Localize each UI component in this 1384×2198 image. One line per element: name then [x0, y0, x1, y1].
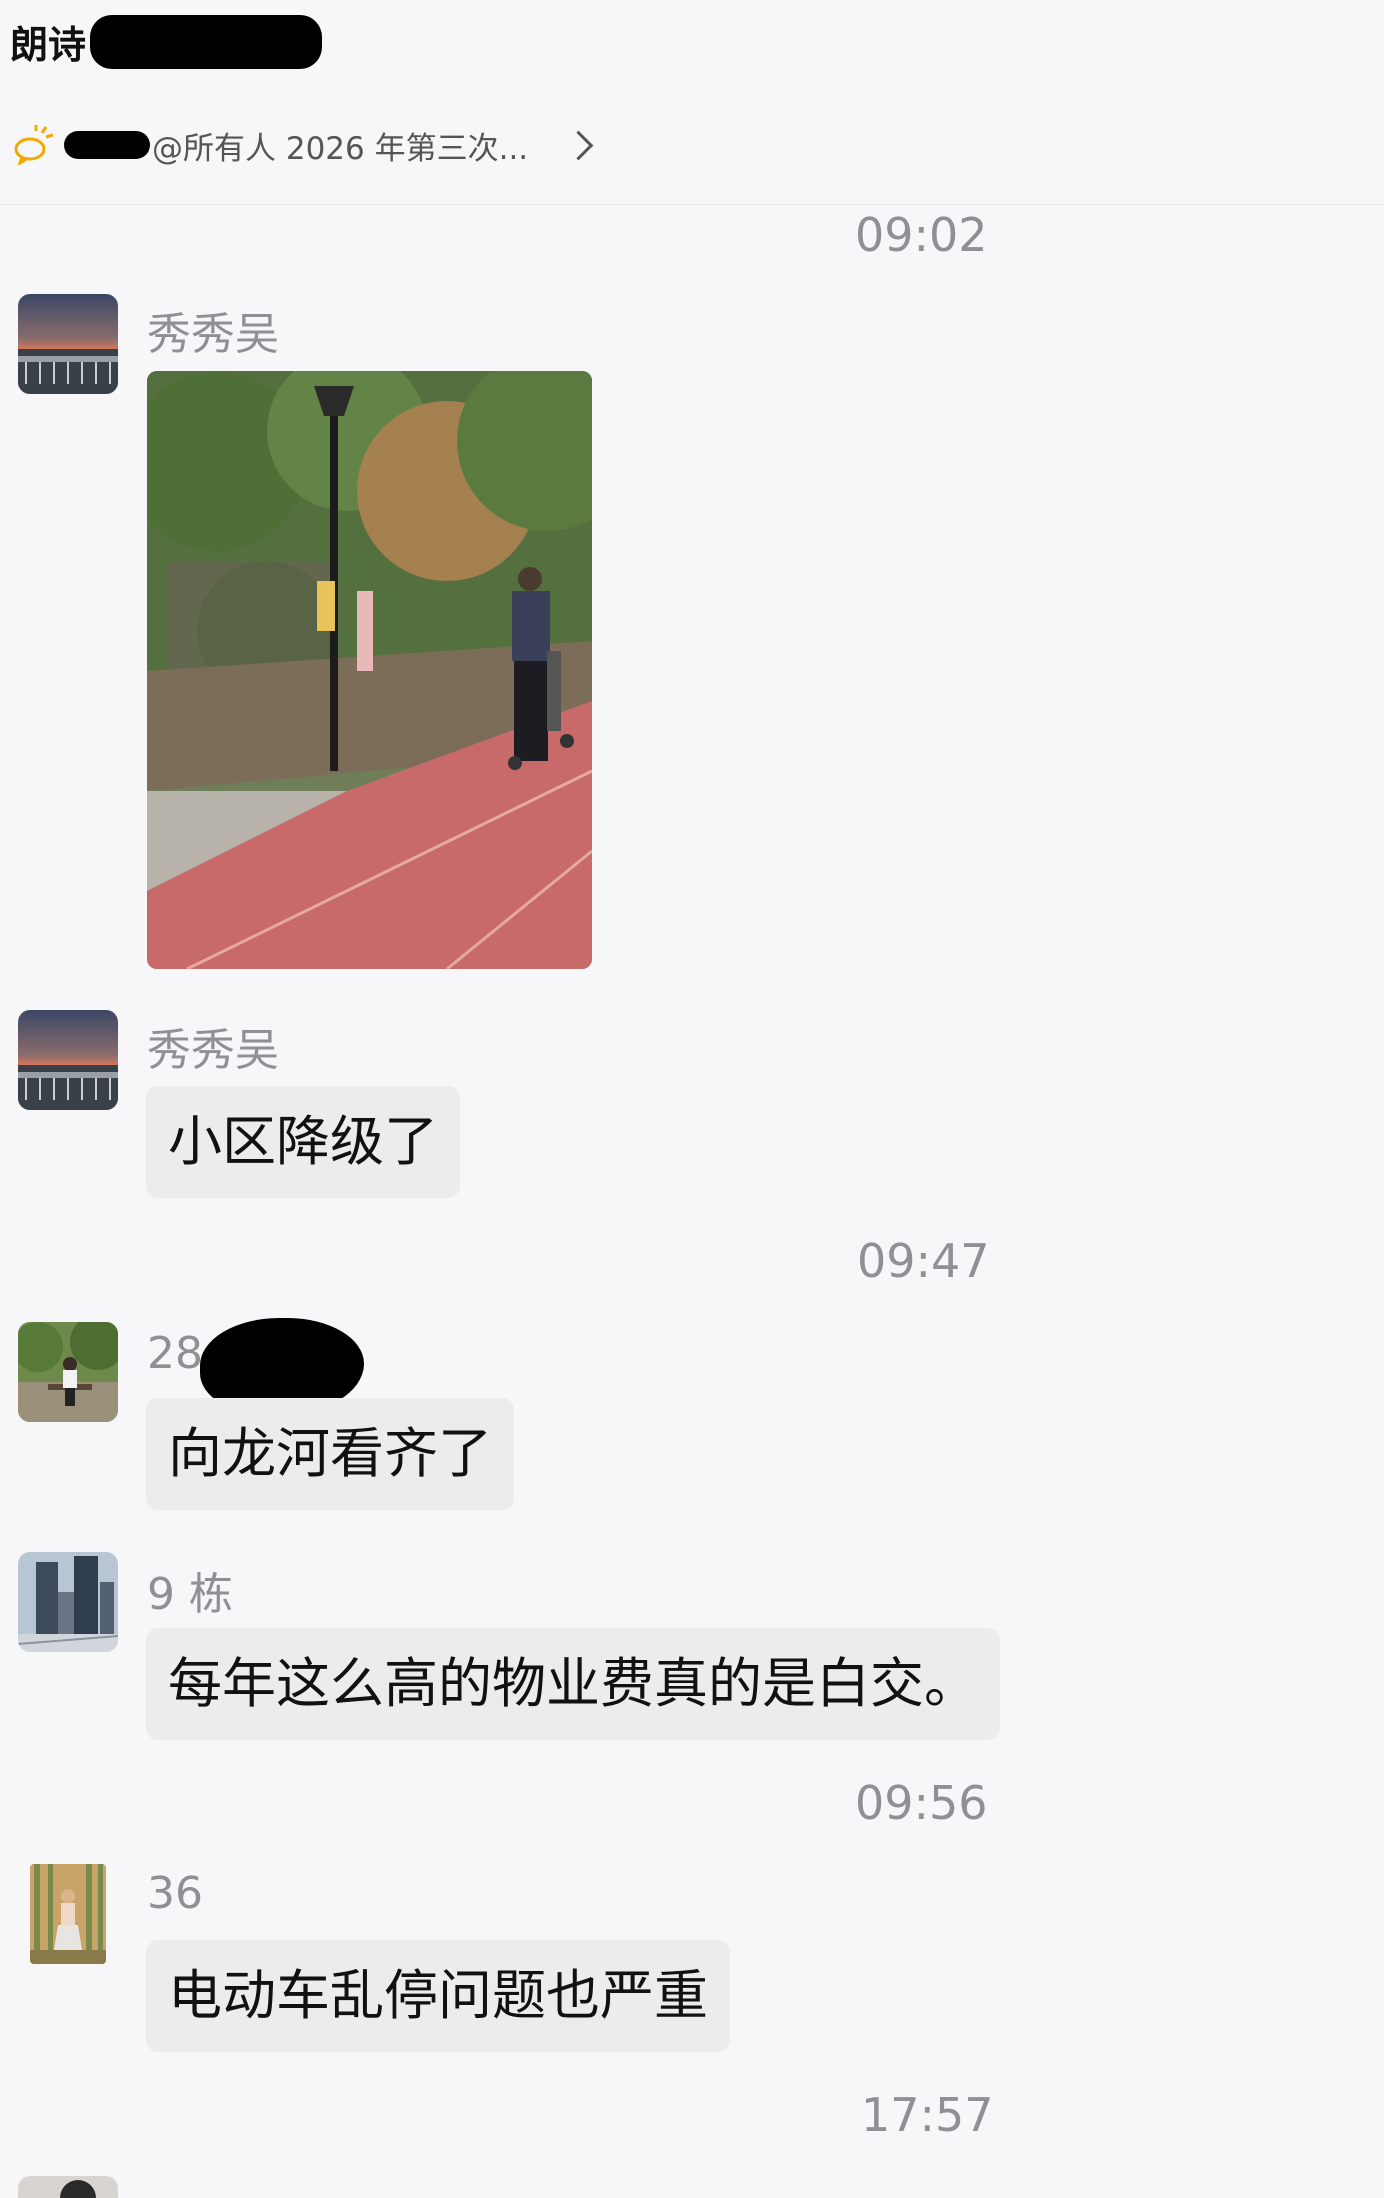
group-notice-bar[interactable]: @所有人 2026 年第三次... [12, 120, 594, 170]
avatar[interactable] [18, 2176, 118, 2198]
group-title-text: 朗诗 [10, 23, 87, 67]
avatar-woman-forest-image [30, 1864, 106, 1964]
sender-name: 28 [147, 1328, 203, 1379]
message-bubble[interactable]: 小区降级了 [146, 1086, 460, 1198]
avatar[interactable] [18, 1552, 118, 1652]
notice-text: @所有人 2026 年第三次... [152, 130, 529, 167]
timestamp: 17:57 [861, 2088, 994, 2142]
sender-name: 36 [147, 1868, 203, 1919]
avatar[interactable] [18, 1322, 118, 1422]
avatar-person-garden-image [18, 1322, 118, 1422]
sender-name: 秀秀吴 [147, 309, 279, 360]
announcement-icon [14, 125, 54, 165]
avatar[interactable] [30, 1864, 106, 1964]
message-bubble[interactable]: 电动车乱停问题也严重 [146, 1940, 730, 2052]
redacted-group-name [90, 14, 323, 69]
message-photo[interactable] [147, 371, 592, 969]
avatar[interactable] [18, 1010, 118, 1110]
chevron-right-icon[interactable] [563, 130, 594, 160]
timestamp: 09:47 [857, 1234, 990, 1288]
message-bubble[interactable]: 每年这么高的物业费真的是白交。 [146, 1628, 1000, 1740]
timestamp: 09:02 [855, 208, 988, 262]
sender-name: 秀秀吴 [147, 1025, 279, 1076]
photo-image [147, 371, 592, 969]
avatar-skyscrapers-image [18, 1552, 118, 1652]
chat-header: 朗诗 @所有人 2026 年第三次... [0, 0, 1384, 205]
timestamp: 09:56 [855, 1776, 988, 1830]
redacted-sender [64, 131, 150, 159]
avatar[interactable] [18, 294, 118, 394]
message-bubble[interactable]: 向龙河看齐了 [146, 1398, 514, 1510]
avatar-sunset-image [18, 294, 118, 394]
avatar-partial-image [18, 2176, 118, 2198]
avatar-sunset-image [18, 1010, 118, 1110]
group-title[interactable]: 朗诗 [10, 14, 323, 69]
sender-name: 9 栋 [147, 1569, 233, 1620]
